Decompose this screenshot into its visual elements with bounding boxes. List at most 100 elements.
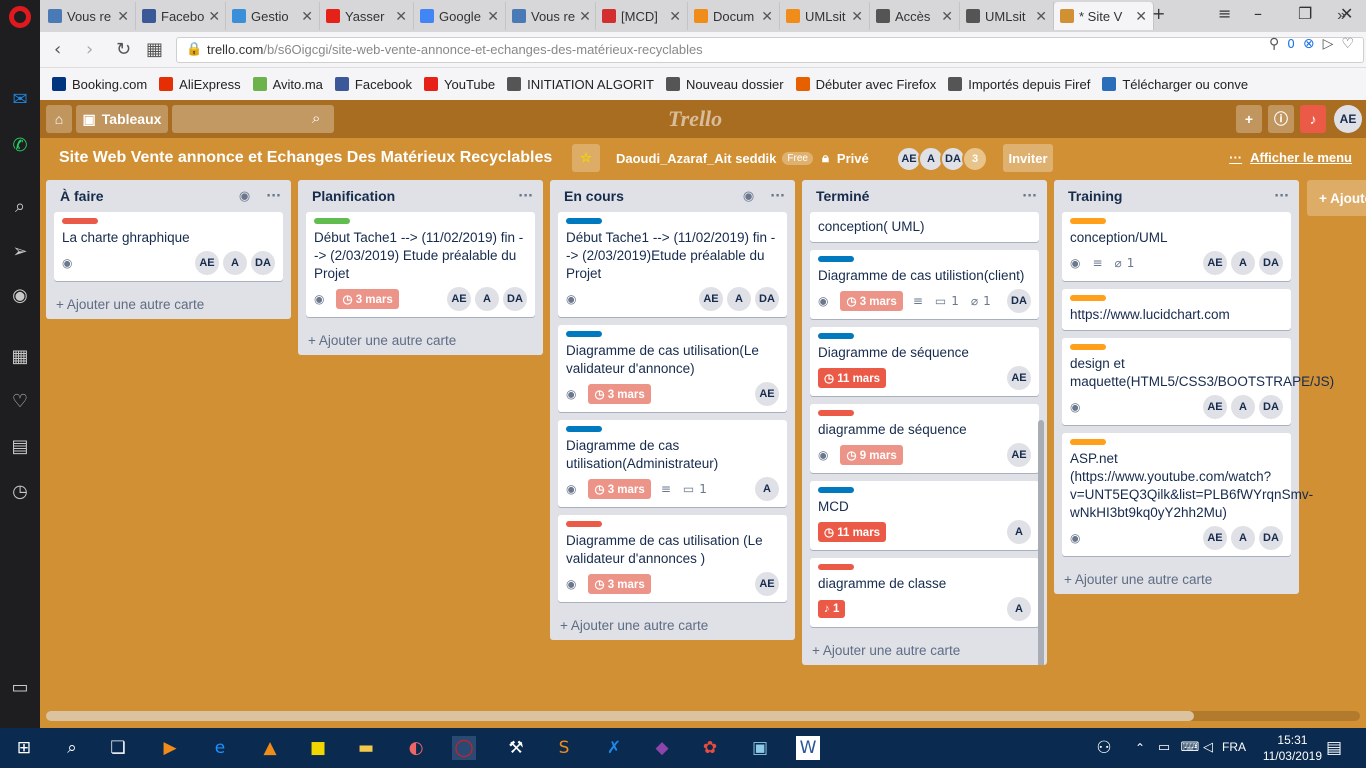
media-player-icon[interactable]: ▶ — [158, 736, 182, 760]
bookmark-item[interactable]: Booking.com — [52, 77, 147, 92]
member-avatar[interactable]: AE — [755, 572, 779, 596]
list-title[interactable]: Planification — [312, 188, 395, 204]
card[interactable]: Diagramme de séquence ◷ 11 mars AE — [810, 327, 1039, 396]
browser-tab[interactable]: Yasser ✕ — [320, 2, 414, 30]
add-card-button[interactable]: + Ajouter une autre carte — [46, 289, 291, 319]
member-avatar[interactable]: A — [755, 477, 779, 501]
browser-tab[interactable]: Vous re ✕ — [506, 2, 596, 30]
visual-studio-icon[interactable]: ◆ — [650, 736, 674, 760]
card[interactable]: Diagramme de cas utilisation(Administrat… — [558, 420, 787, 507]
card-label[interactable] — [818, 487, 854, 493]
send-icon[interactable]: ➢ — [8, 240, 32, 264]
show-menu-link[interactable]: ··· Afficher le menu — [1229, 150, 1352, 165]
speed-dial-icon[interactable]: ▦ — [8, 345, 32, 369]
close-tab-icon[interactable]: ✕ — [483, 8, 499, 25]
volume-icon[interactable]: ◁ — [1196, 736, 1220, 760]
info-button[interactable]: ⓘ — [1268, 105, 1294, 133]
search-icon[interactable]: ⌕ — [8, 195, 32, 219]
member-avatar[interactable]: AE — [1007, 366, 1031, 390]
whatsapp-icon[interactable]: ✆ — [8, 134, 32, 158]
history-icon[interactable]: ◷ — [8, 480, 32, 504]
member-avatar[interactable]: A — [1007, 520, 1031, 544]
member-avatar[interactable]: AE — [1007, 443, 1031, 467]
list-menu-icon[interactable]: ··· — [266, 189, 281, 204]
card-label[interactable] — [1070, 218, 1106, 224]
bookmark-item[interactable]: Facebook — [334, 77, 412, 92]
due-date-badge[interactable]: ◷ 11 mars — [818, 522, 887, 542]
opera-taskbar-icon[interactable]: ◯ — [452, 736, 476, 760]
list-menu-icon[interactable]: ··· — [1274, 189, 1289, 204]
member-avatar[interactable]: DA — [1259, 526, 1283, 550]
search-key-icon[interactable]: ⚲ — [1269, 36, 1279, 52]
boards-button[interactable]: ▣ Tableaux — [76, 105, 168, 133]
sticky-notes-icon[interactable]: ■ — [306, 736, 330, 760]
card[interactable]: design et maquette(HTML5/CSS3/BOOTSTRAPE… — [1062, 338, 1334, 425]
close-tab-icon[interactable]: ✕ — [757, 8, 773, 25]
due-date-badge[interactable]: ◷ 3 mars — [336, 289, 399, 309]
list-title[interactable]: Terminé — [816, 188, 869, 204]
card-label[interactable] — [314, 218, 350, 224]
card[interactable]: conception/UML ◉ ≡ ⌀ 1 AE A DA — [1062, 212, 1291, 281]
heart-icon[interactable]: ♡ — [8, 390, 32, 414]
sidebar-toggle-icon[interactable]: ▭ — [8, 676, 32, 700]
member-avatar[interactable]: A — [1231, 526, 1255, 550]
messenger-icon[interactable]: ✉ — [8, 88, 32, 112]
member-avatar[interactable]: DA — [503, 287, 527, 311]
ad-block-icon[interactable]: ⊗ — [1303, 36, 1315, 52]
browser-tab[interactable]: Gestio ✕ — [226, 2, 320, 30]
member-avatar[interactable]: AE — [447, 287, 471, 311]
close-tab-icon[interactable]: ✕ — [665, 8, 681, 25]
browser-tab[interactable]: Accès ✕ — [870, 2, 960, 30]
battery-icon[interactable]: ▭ — [1152, 736, 1176, 760]
due-date-badge[interactable]: ◷ 11 mars — [818, 368, 887, 388]
card-label[interactable] — [566, 331, 602, 337]
trello-search-input[interactable] — [172, 105, 334, 133]
card-label[interactable] — [1070, 439, 1106, 445]
card[interactable]: diagramme de classe ♪ 1 A — [810, 558, 1039, 627]
browser-tab[interactable]: Google ✕ — [414, 2, 506, 30]
card-label[interactable] — [818, 333, 854, 339]
team-button[interactable]: Daoudi_Azaraf_Ait seddik Free — [610, 144, 819, 172]
due-date-badge[interactable]: ◷ 3 mars — [588, 479, 651, 499]
file-explorer-icon[interactable]: ▬ — [354, 736, 378, 760]
star-button[interactable]: ☆ — [572, 144, 600, 172]
bookmark-item[interactable]: Nouveau dossier — [666, 77, 784, 92]
news-icon[interactable]: ▤ — [8, 435, 32, 459]
close-tab-icon[interactable]: ✕ — [391, 8, 407, 25]
tray-chevron-icon[interactable]: ⌃ — [1128, 736, 1152, 760]
browser-tab[interactable]: UMLsit ✕ — [780, 2, 870, 30]
card-label[interactable] — [62, 218, 98, 224]
board-title[interactable]: Site Web Vente annonce et Echanges Des M… — [59, 149, 552, 167]
card-label[interactable] — [566, 521, 602, 527]
close-tab-icon[interactable]: ✕ — [297, 8, 313, 25]
browser-tab[interactable]: Facebo ✕ — [136, 2, 226, 30]
member-avatar[interactable]: DA — [1259, 395, 1283, 419]
ad-block-count[interactable]: 0 — [1287, 37, 1295, 51]
card[interactable]: Diagramme de cas utilistion(client) ◉ ◷ 3 … — [810, 250, 1039, 319]
member-avatar[interactable]: AE — [755, 382, 779, 406]
bookmarks-more-button[interactable]: » — [1337, 7, 1346, 25]
word-icon[interactable]: W — [796, 736, 820, 760]
due-date-badge[interactable]: ◷ 9 mars — [840, 445, 903, 465]
close-tab-icon[interactable]: ✕ — [113, 8, 129, 25]
windows-start-icon[interactable]: ⊞ — [12, 736, 36, 760]
due-date-badge[interactable]: ♪ 1 — [818, 600, 846, 618]
visibility-button[interactable]: 🔒︎ Privé — [816, 144, 875, 172]
member-avatar[interactable]: DA — [1007, 289, 1031, 313]
card[interactable]: Début Tache1 --> (11/02/2019) fin --> (2… — [306, 212, 535, 317]
bookmark-item[interactable]: YouTube — [424, 77, 495, 92]
member-avatar[interactable]: DA — [1259, 251, 1283, 275]
member-avatar[interactable]: AE — [1203, 526, 1227, 550]
back-icon[interactable]: ‹ — [54, 39, 61, 60]
due-date-badge[interactable]: ◷ 3 mars — [588, 384, 651, 404]
close-tab-icon[interactable]: ✕ — [204, 8, 220, 25]
close-tab-icon[interactable]: ✕ — [847, 8, 863, 25]
forward-icon[interactable]: › — [86, 39, 93, 60]
member-avatar[interactable]: AE — [699, 287, 723, 311]
notifications-button[interactable]: ♪ — [1300, 105, 1326, 133]
header-avatar[interactable]: AE — [1334, 105, 1362, 133]
list-menu-icon[interactable]: ··· — [770, 189, 785, 204]
tab-menu-icon[interactable]: ≡ — [1218, 4, 1231, 23]
bookmark-item[interactable]: AliExpress — [159, 77, 241, 92]
new-tab-button[interactable]: + — [1152, 4, 1165, 23]
